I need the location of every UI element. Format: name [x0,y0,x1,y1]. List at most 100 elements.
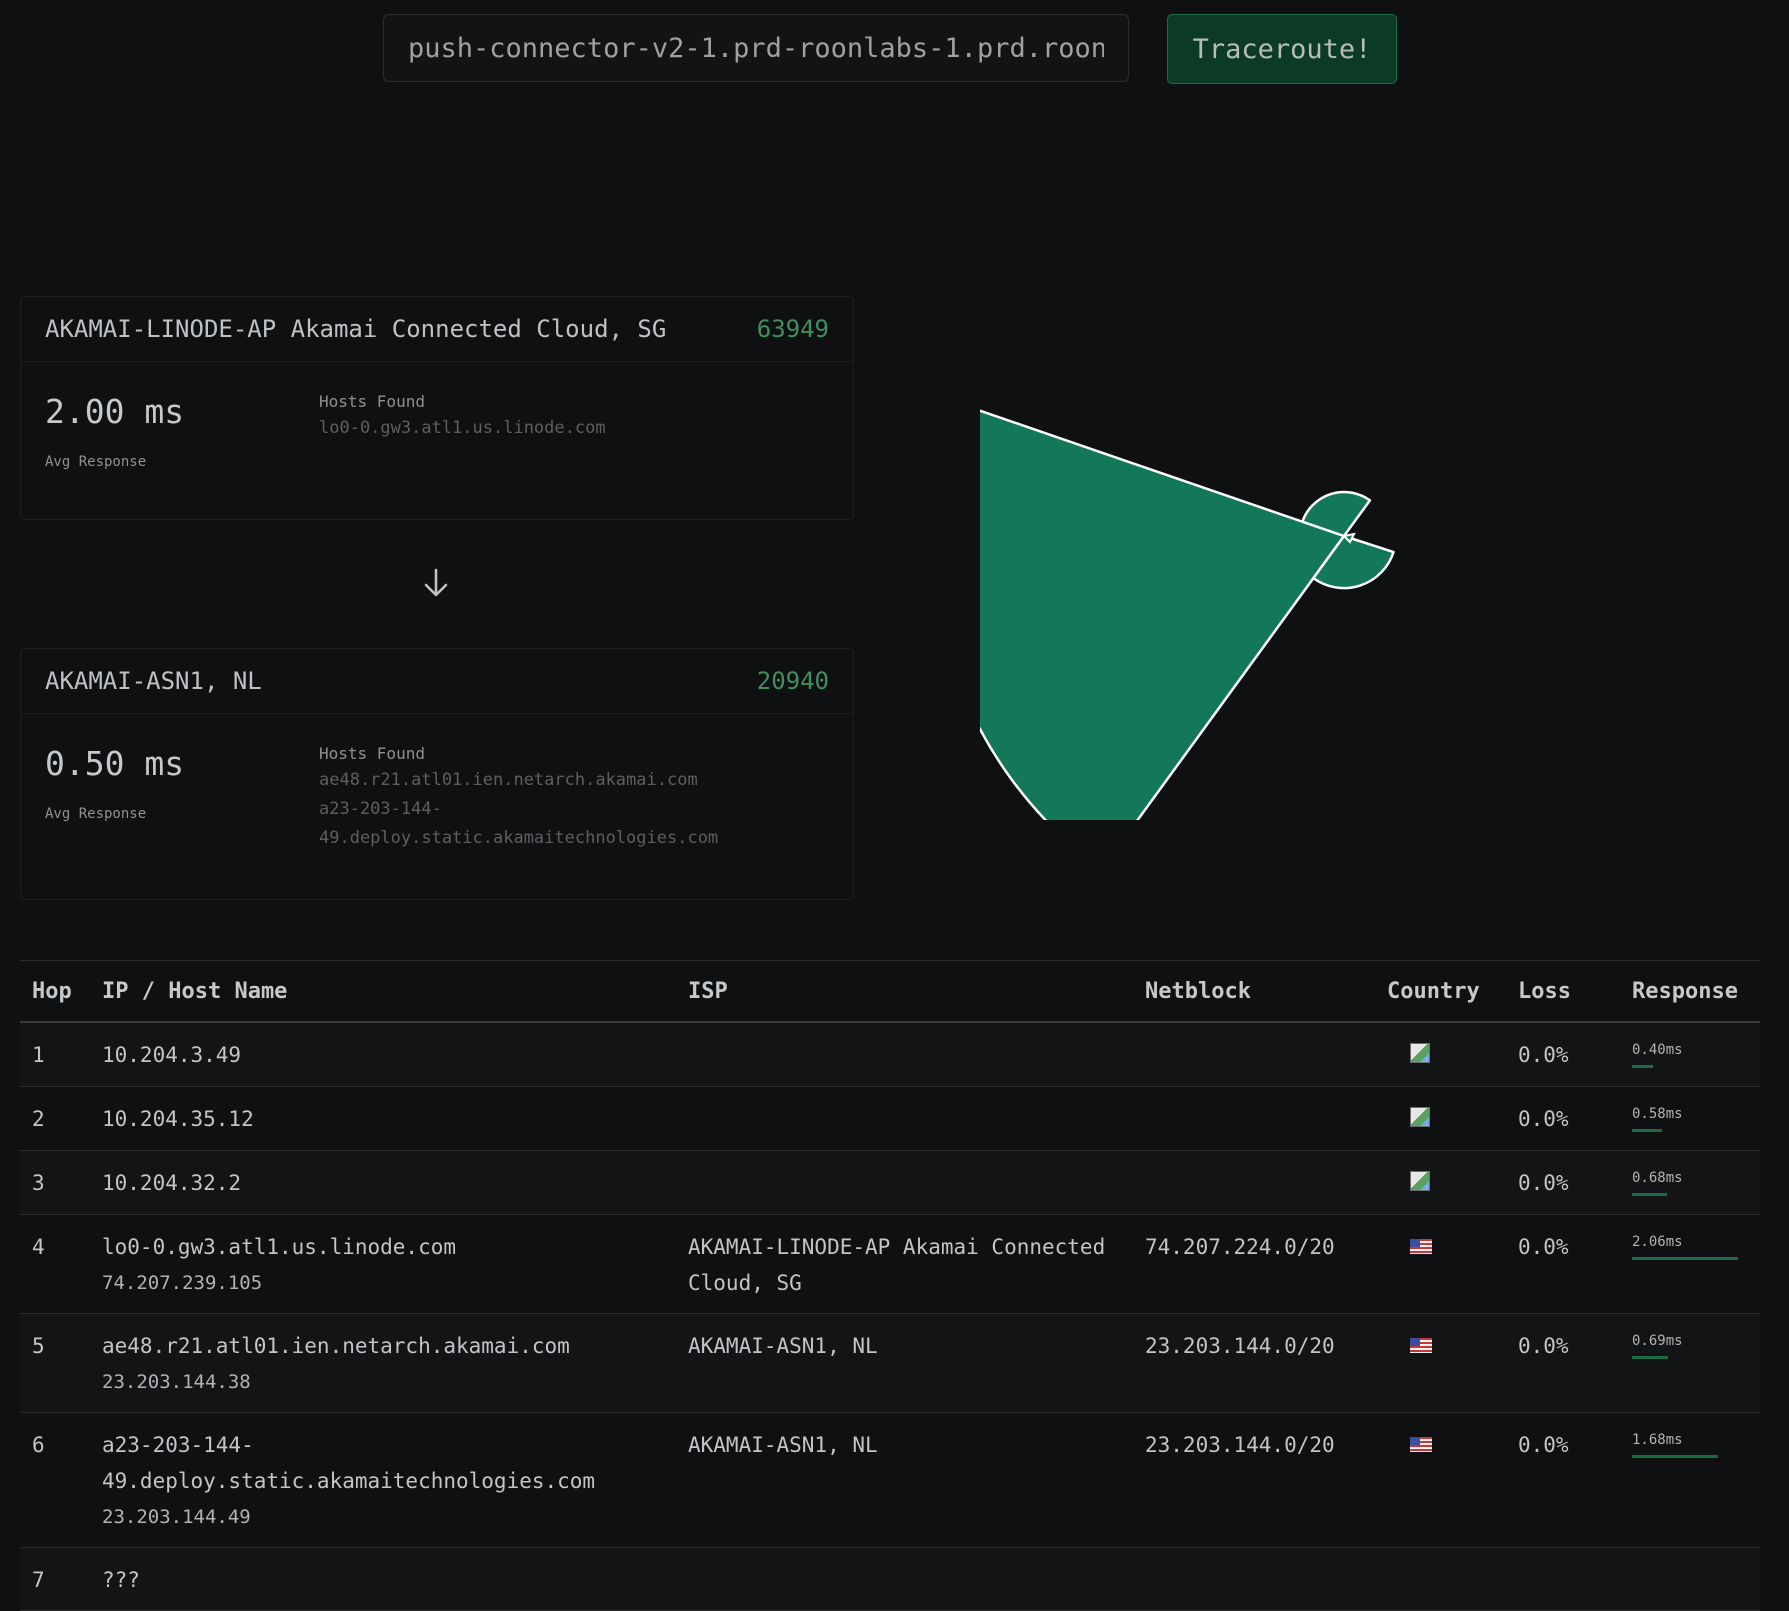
netblock-cell [1133,1086,1375,1151]
asn-card: AKAMAI-ASN1, NL 20940 0.50 ms Avg Respon… [20,648,854,900]
host-name: 10.204.32.2 [102,1171,242,1195]
table-row: 1 10.204.3.49 0.0% 0.40ms [20,1022,1760,1087]
isp-cell: AKAMAI-ASN1, NL [676,1313,1133,1413]
host-cell: 10.204.35.12 [90,1086,676,1151]
broken-image-icon [1410,1107,1430,1127]
hop-number: 5 [20,1313,90,1413]
col-header-country: Country [1375,960,1506,1023]
hop-number: 6 [20,1412,90,1548]
asn-card: AKAMAI-LINODE-AP Akamai Connected Cloud,… [20,296,854,520]
host-cell: a23-203-144-49.deploy.static.akamaitechn… [90,1412,676,1548]
response-bar [1632,1257,1738,1260]
hosts-list: lo0-0.gw3.atl1.us.linode.com [319,414,799,443]
isp-cell [676,1150,1133,1215]
table-row: 4 lo0-0.gw3.atl1.us.linode.com 74.207.239.… [20,1214,1760,1314]
host-item: lo0-0.gw3.atl1.us.linode.com [319,418,606,438]
host-item: a23-203-144- [319,799,442,819]
card-asn-number: 63949 [756,315,829,343]
asn-card-header: AKAMAI-LINODE-AP Akamai Connected Cloud,… [21,297,853,362]
host-cell: lo0-0.gw3.atl1.us.linode.com 74.207.239.1… [90,1214,676,1314]
response-bar [1632,1129,1662,1132]
response-bar [1632,1356,1668,1359]
table-row: 5 ae48.r21.atl01.ien.netarch.akamai.com 23… [20,1313,1760,1413]
loss-cell: 0.0% [1506,1412,1620,1548]
col-header-hop: Hop [20,960,90,1023]
host-cell: ??? [90,1547,676,1611]
table-row: 7??? [20,1547,1760,1611]
avg-response-label: Avg Response [45,806,147,822]
country-cell [1375,1214,1506,1314]
response-cell [1620,1547,1760,1611]
host-name: ae48.r21.atl01.ien.netarch.akamai.com [102,1334,570,1358]
ip-address: 23.203.144.49 [102,1506,251,1528]
response-cell: 2.06ms [1620,1214,1760,1314]
card-asn-number: 20940 [756,667,829,695]
netblock-cell: 74.207.224.0/20 [1133,1214,1375,1314]
host-name: 10.204.3.49 [102,1043,242,1067]
response-time: 2.06ms [1632,1234,1683,1250]
ip-address: 74.207.239.105 [102,1272,263,1294]
loss-cell: 0.0% [1506,1214,1620,1314]
hosts-list: ae48.r21.atl01.ien.netarch.akamai.com a2… [319,766,799,853]
host-item: ae48.r21.atl01.ien.netarch.akamai.com [319,770,698,790]
table-row: 2 10.204.35.12 0.0% 0.58ms [20,1086,1760,1151]
response-time: 1.68ms [1632,1432,1683,1448]
col-header-loss: Loss [1506,960,1620,1023]
netblock-cell: 23.203.144.0/20 [1133,1313,1375,1413]
host-cell: 10.204.3.49 [90,1022,676,1087]
response-bar [1632,1455,1718,1458]
response-bar [1632,1193,1667,1196]
avg-response-label: Avg Response [45,454,147,470]
loss-cell: 0.0% [1506,1086,1620,1151]
hop-number: 7 [20,1547,90,1611]
country-cell [1375,1086,1506,1151]
isp-cell: AKAMAI-LINODE-AP Akamai Connected Cloud,… [676,1214,1133,1314]
asn-card-header: AKAMAI-ASN1, NL 20940 [21,649,853,714]
country-cell [1375,1150,1506,1215]
loss-cell: 0.0% [1506,1313,1620,1413]
netblock-cell [1133,1547,1375,1611]
hop-number: 3 [20,1150,90,1215]
country-cell [1375,1547,1506,1611]
netblock-cell: 23.203.144.0/20 [1133,1412,1375,1548]
host-cell: ae48.r21.atl01.ien.netarch.akamai.com 23.… [90,1313,676,1413]
netblock-cell [1133,1022,1375,1087]
response-time: 0.68ms [1632,1170,1683,1186]
broken-image-icon [1410,1171,1430,1191]
loss-cell [1506,1547,1620,1611]
hop-number: 4 [20,1214,90,1314]
host-cell: 10.204.32.2 [90,1150,676,1215]
host-name: lo0-0.gw3.atl1.us.linode.com [102,1235,457,1259]
host-name: 10.204.35.12 [102,1107,254,1131]
response-time: 0.69ms [1632,1333,1683,1349]
hop-number: 1 [20,1022,90,1087]
response-cell: 0.40ms [1620,1022,1760,1087]
isp-cell [676,1022,1133,1087]
card-isp-name: AKAMAI-LINODE-AP Akamai Connected Cloud,… [45,315,667,343]
country-cell [1375,1412,1506,1548]
us-flag-icon [1410,1437,1432,1452]
response-time: 0.40ms [1632,1042,1683,1058]
loss-cell: 0.0% [1506,1150,1620,1215]
hosts-found-label: Hosts Found [319,392,425,411]
response-bar [1632,1065,1653,1068]
response-cell: 1.68ms [1620,1412,1760,1548]
hosts-found-label: Hosts Found [319,744,425,763]
table-row: 3 10.204.32.2 0.0% 0.68ms [20,1150,1760,1215]
response-time: 0.58ms [1632,1106,1683,1122]
traceroute-button[interactable]: Traceroute! [1167,14,1397,84]
netblock-cell [1133,1150,1375,1215]
col-header-isp: ISP [676,960,1133,1023]
us-flag-icon [1410,1338,1432,1353]
isp-cell [676,1547,1133,1611]
table-row: 6 a23-203-144-49.deploy.static.akamaitech… [20,1412,1760,1548]
search-input[interactable] [383,14,1129,82]
country-cell [1375,1022,1506,1087]
response-polar-chart [980,409,1395,820]
isp-cell [676,1086,1133,1151]
broken-image-icon [1410,1043,1430,1063]
col-header-response: Response [1620,960,1760,1023]
col-header-netblock: Netblock [1133,960,1375,1023]
host-name: a23-203-144-49.deploy.static.akamaitechn… [102,1433,596,1493]
response-cell: 0.69ms [1620,1313,1760,1413]
